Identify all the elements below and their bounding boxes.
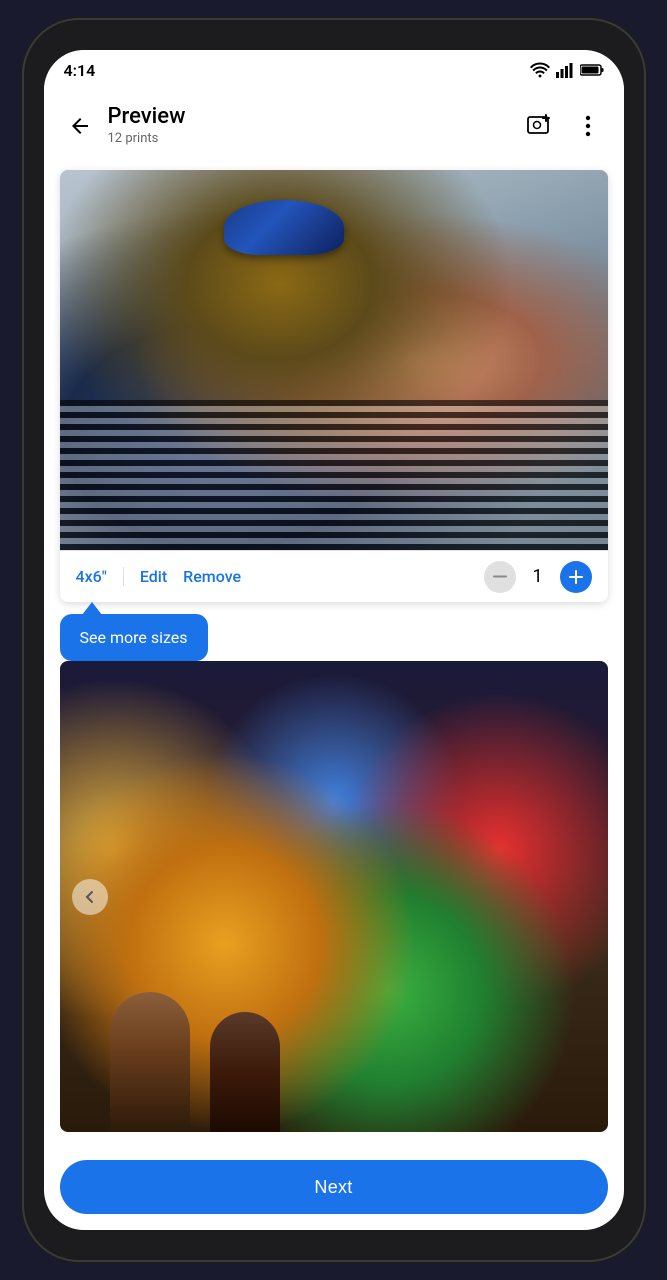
add-photo-icon [527, 114, 553, 138]
second-photo-card [60, 661, 608, 1132]
wifi-icon [530, 62, 550, 78]
photo-card: 4x6" Edit Remove 1 [60, 170, 608, 602]
quantity-control: 1 [484, 561, 592, 593]
photo-action-bar: 4x6" Edit Remove 1 [60, 550, 608, 602]
quantity-increase-button[interactable] [560, 561, 592, 593]
more-options-button[interactable] [568, 106, 608, 146]
phone-frame: 4:14 [24, 20, 644, 1260]
tooltip-container: See more sizes [60, 614, 608, 661]
photo-size-label[interactable]: 4x6" [76, 567, 124, 586]
add-photo-button[interactable] [520, 106, 560, 146]
status-icons [530, 62, 604, 78]
battery-icon [580, 63, 604, 77]
chevron-left-icon [82, 889, 98, 905]
edit-button[interactable]: Edit [140, 567, 167, 586]
second-photo-background [60, 661, 608, 1132]
see-more-sizes-tooltip[interactable]: See more sizes [60, 614, 208, 661]
header-actions [520, 106, 608, 146]
photo-image-background [60, 170, 608, 550]
minus-icon [493, 575, 507, 578]
more-options-icon [585, 114, 591, 138]
remove-button[interactable]: Remove [183, 567, 241, 586]
signal-icon [556, 62, 574, 78]
plus-icon [569, 570, 583, 584]
next-button[interactable]: Next [60, 1160, 608, 1214]
header: Preview 12 prints [44, 90, 624, 162]
phone-screen: 4:14 [44, 50, 624, 1230]
quantity-decrease-button[interactable] [484, 561, 516, 593]
previous-photo-button[interactable] [72, 879, 108, 915]
quantity-value: 1 [528, 566, 548, 587]
page-subtitle: 12 prints [108, 131, 520, 148]
next-button-container: Next [44, 1148, 624, 1230]
status-bar: 4:14 [44, 50, 624, 90]
back-button[interactable] [60, 106, 100, 146]
page-title: Preview [108, 104, 520, 130]
photo-image [60, 170, 608, 550]
header-title-area: Preview 12 prints [108, 104, 520, 147]
back-arrow-icon [68, 114, 92, 138]
status-time: 4:14 [64, 61, 96, 80]
